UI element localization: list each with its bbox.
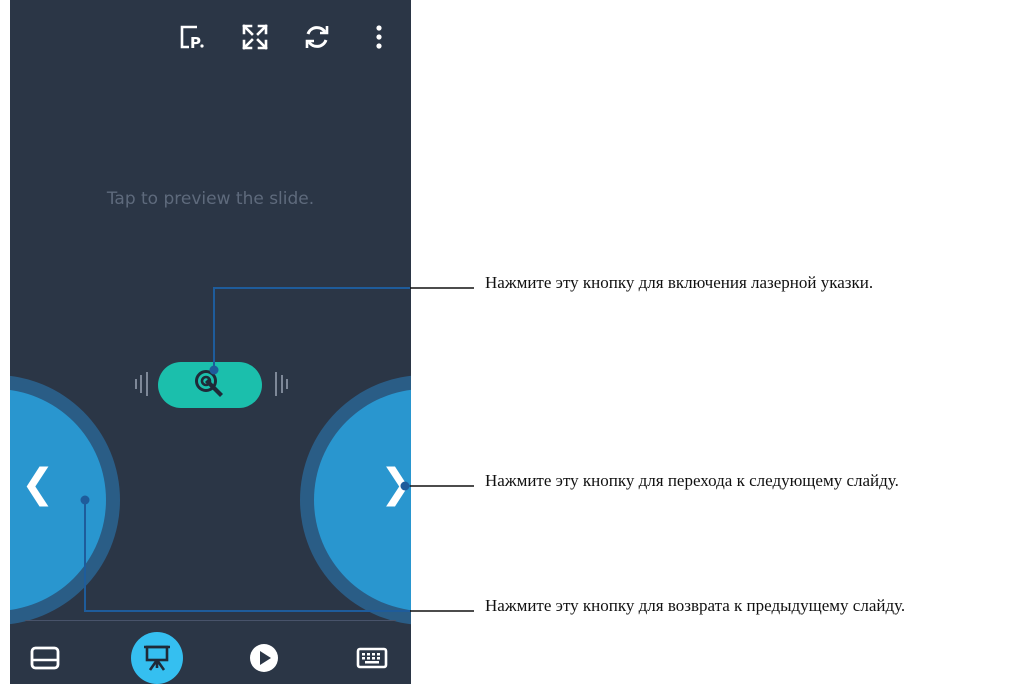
vibration-left-icon bbox=[135, 372, 148, 396]
fullscreen-icon[interactable] bbox=[238, 20, 272, 54]
callout-prev-text: Нажмите эту кнопку для возврата к предыд… bbox=[485, 596, 906, 615]
chevron-left-icon: ❮ bbox=[21, 461, 55, 507]
presentation-tab[interactable] bbox=[131, 632, 183, 684]
presentation-remote-screen: P Tap to preview the slide. ❮ ❯ bbox=[10, 0, 411, 684]
laser-pointer-icon bbox=[195, 370, 223, 397]
chevron-right-icon: ❯ bbox=[380, 461, 411, 507]
touchpad-tab[interactable] bbox=[20, 638, 70, 678]
keyboard-icon bbox=[356, 647, 388, 669]
svg-text:P: P bbox=[190, 34, 201, 50]
preview-hint[interactable]: Tap to preview the slide. bbox=[10, 189, 411, 209]
presentation-notes-icon[interactable]: P bbox=[175, 20, 209, 54]
presentation-icon bbox=[144, 645, 170, 671]
bottom-divider bbox=[25, 620, 396, 621]
more-vert-icon[interactable] bbox=[362, 20, 396, 54]
play-icon bbox=[250, 644, 278, 672]
vibration-right-icon bbox=[275, 372, 288, 396]
refresh-icon[interactable] bbox=[300, 20, 334, 54]
keyboard-tab[interactable] bbox=[347, 638, 397, 678]
play-tab[interactable] bbox=[239, 638, 289, 678]
touchpad-icon bbox=[30, 646, 60, 670]
top-toolbar: P bbox=[10, 0, 411, 72]
callout-laser-text: Нажмите эту кнопку для включения лазерно… bbox=[485, 273, 874, 292]
callout-next-text: Нажмите эту кнопку для перехода к следую… bbox=[485, 471, 899, 490]
laser-pointer-button[interactable] bbox=[158, 362, 262, 408]
